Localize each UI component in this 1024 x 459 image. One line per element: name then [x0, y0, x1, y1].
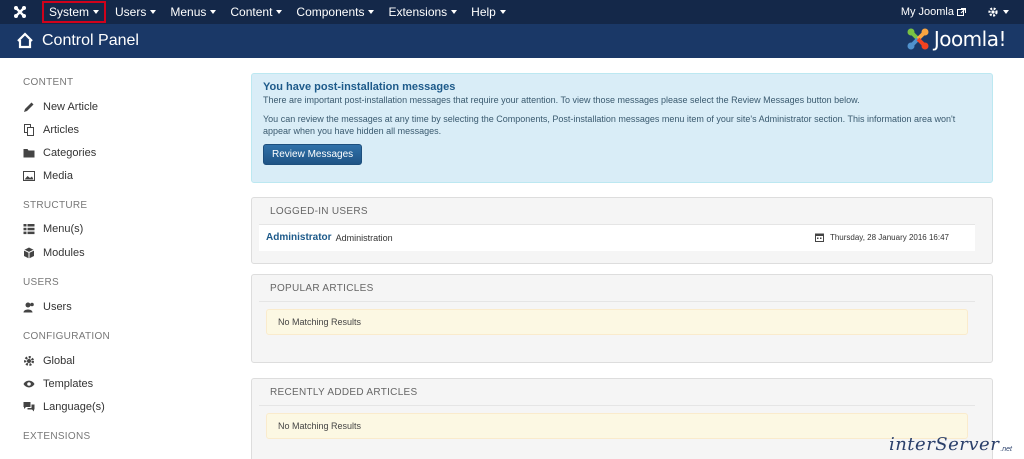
sidebar-heading-structure: STRUCTURE	[23, 200, 88, 211]
panel-title: LOGGED-IN USERS	[270, 205, 368, 217]
brand-name: Joomla!	[933, 27, 1007, 51]
login-date: Thursday, 28 January 2016 16:47	[814, 233, 949, 242]
menu-system-label: System	[49, 5, 90, 19]
calendar-icon	[814, 233, 824, 242]
sidebar-item-label: New Article	[43, 101, 99, 113]
menu-help-label: Help	[471, 5, 496, 19]
sidebar-item-label: Articles	[43, 124, 80, 136]
joomla-logo-icon	[907, 28, 929, 50]
sidebar-item-label: Users	[43, 301, 72, 313]
eye-icon	[23, 380, 35, 388]
menu-extensions-label: Extensions	[388, 5, 448, 19]
sidebar-item-menus[interactable]: Menu(s)	[23, 223, 83, 235]
comments-icon	[23, 402, 35, 412]
caret-down-icon	[93, 10, 100, 14]
watermark-suffix: .net	[1000, 446, 1012, 453]
menu-menus-label: Menus	[170, 5, 207, 19]
menu-users[interactable]: Users	[108, 0, 163, 24]
menu-components-label: Components	[296, 5, 365, 19]
menu-users-label: Users	[115, 5, 147, 19]
cog-icon	[24, 356, 34, 366]
caret-down-icon	[1003, 10, 1009, 14]
sidebar-heading-content: CONTENT	[23, 77, 74, 88]
menu-system[interactable]: System	[42, 1, 107, 23]
menu-content-label: Content	[230, 5, 273, 19]
cube-icon	[23, 247, 35, 259]
settings-menu[interactable]	[973, 0, 1016, 24]
sidebar-item-label: Media	[43, 170, 73, 182]
caret-down-icon	[150, 10, 157, 14]
sidebar-item-categories[interactable]: Categories	[23, 147, 96, 159]
menu-extensions[interactable]: Extensions	[381, 0, 464, 24]
folder-icon	[23, 149, 35, 158]
recent-articles-panel: RECENTLY ADDED ARTICLES No Matching Resu…	[251, 378, 993, 459]
alert-message: There are important post-installation me…	[263, 95, 860, 105]
users-icon	[23, 302, 34, 313]
top-navbar: System Users Menus Content Components Ex…	[0, 0, 1024, 24]
sidebar-heading-users: USERS	[23, 277, 59, 288]
menu-components[interactable]: Components	[289, 0, 381, 24]
page-header: Control Panel Joomla!	[0, 24, 1024, 58]
sidebar-item-new-article[interactable]: New Article	[23, 101, 98, 113]
post-install-alert: You have post-installation messages Ther…	[251, 73, 993, 183]
my-site-link-label: My Joomla	[900, 6, 954, 18]
sidebar-item-users[interactable]: Users	[23, 301, 72, 313]
popular-articles-panel: POPULAR ARTICLES No Matching Results	[251, 274, 993, 363]
sidebar-heading-configuration: CONFIGURATION	[23, 331, 111, 342]
login-date-text: Thursday, 28 January 2016 16:47	[829, 233, 949, 242]
sidebar-heading-extensions: EXTENSIONS	[23, 431, 91, 442]
caret-down-icon	[499, 10, 506, 14]
table-row: Administrator Administration Thursday, 2…	[259, 225, 975, 250]
sidebar-item-label: Global	[43, 355, 75, 367]
sidebar-item-label: Categories	[43, 147, 97, 159]
joomla-brand: Joomla!	[906, 27, 1007, 51]
copy-icon	[24, 124, 34, 136]
image-icon	[23, 171, 35, 181]
sidebar-item-modules[interactable]: Modules	[23, 247, 85, 259]
menu-content[interactable]: Content	[223, 0, 289, 24]
external-link-icon	[957, 7, 966, 16]
joomla-logo-icon[interactable]	[0, 0, 40, 24]
sidebar-item-global[interactable]: Global	[23, 355, 75, 367]
empty-results-message: No Matching Results	[266, 413, 968, 439]
watermark-text: interServer	[888, 434, 1000, 455]
sidebar-item-media[interactable]: Media	[23, 170, 73, 182]
panel-title: RECENTLY ADDED ARTICLES	[270, 386, 418, 398]
sidebar-item-label: Menu(s)	[43, 223, 84, 235]
alert-info: You can review the messages at any time …	[263, 114, 956, 136]
caret-down-icon	[368, 10, 375, 14]
menu-menus[interactable]: Menus	[163, 0, 223, 24]
menu-help[interactable]: Help	[464, 0, 513, 24]
review-messages-button[interactable]: Review Messages	[263, 144, 363, 165]
alert-title: You have post-installation messages	[263, 81, 456, 93]
gear-icon	[988, 7, 998, 17]
list-icon	[23, 224, 35, 235]
home-icon	[17, 32, 33, 49]
sidebar: CONTENT New Article Articles Categories …	[0, 58, 240, 459]
caret-down-icon	[276, 10, 283, 14]
logged-in-users-panel: LOGGED-IN USERS Administrator Administra…	[251, 197, 993, 264]
logged-in-users-list: Administrator Administration Thursday, 2…	[259, 224, 975, 251]
user-link[interactable]: Administrator	[266, 232, 332, 243]
sidebar-item-label: Templates	[43, 378, 94, 390]
page-title: Control Panel	[42, 32, 139, 49]
sidebar-item-languages[interactable]: Language(s)	[23, 401, 105, 413]
panel-title: POPULAR ARTICLES	[270, 282, 374, 294]
empty-results-message: No Matching Results	[266, 309, 968, 335]
my-site-link[interactable]: My Joomla	[894, 0, 973, 24]
pencil-icon	[24, 102, 34, 112]
sidebar-item-label: Modules	[43, 247, 85, 259]
user-area: Administration	[335, 232, 393, 243]
caret-down-icon	[210, 10, 217, 14]
caret-down-icon	[451, 10, 458, 14]
interserver-watermark: interServer .net	[889, 434, 1012, 455]
sidebar-item-label: Language(s)	[43, 401, 105, 413]
sidebar-item-templates[interactable]: Templates	[23, 378, 93, 390]
sidebar-item-articles[interactable]: Articles	[23, 124, 79, 136]
